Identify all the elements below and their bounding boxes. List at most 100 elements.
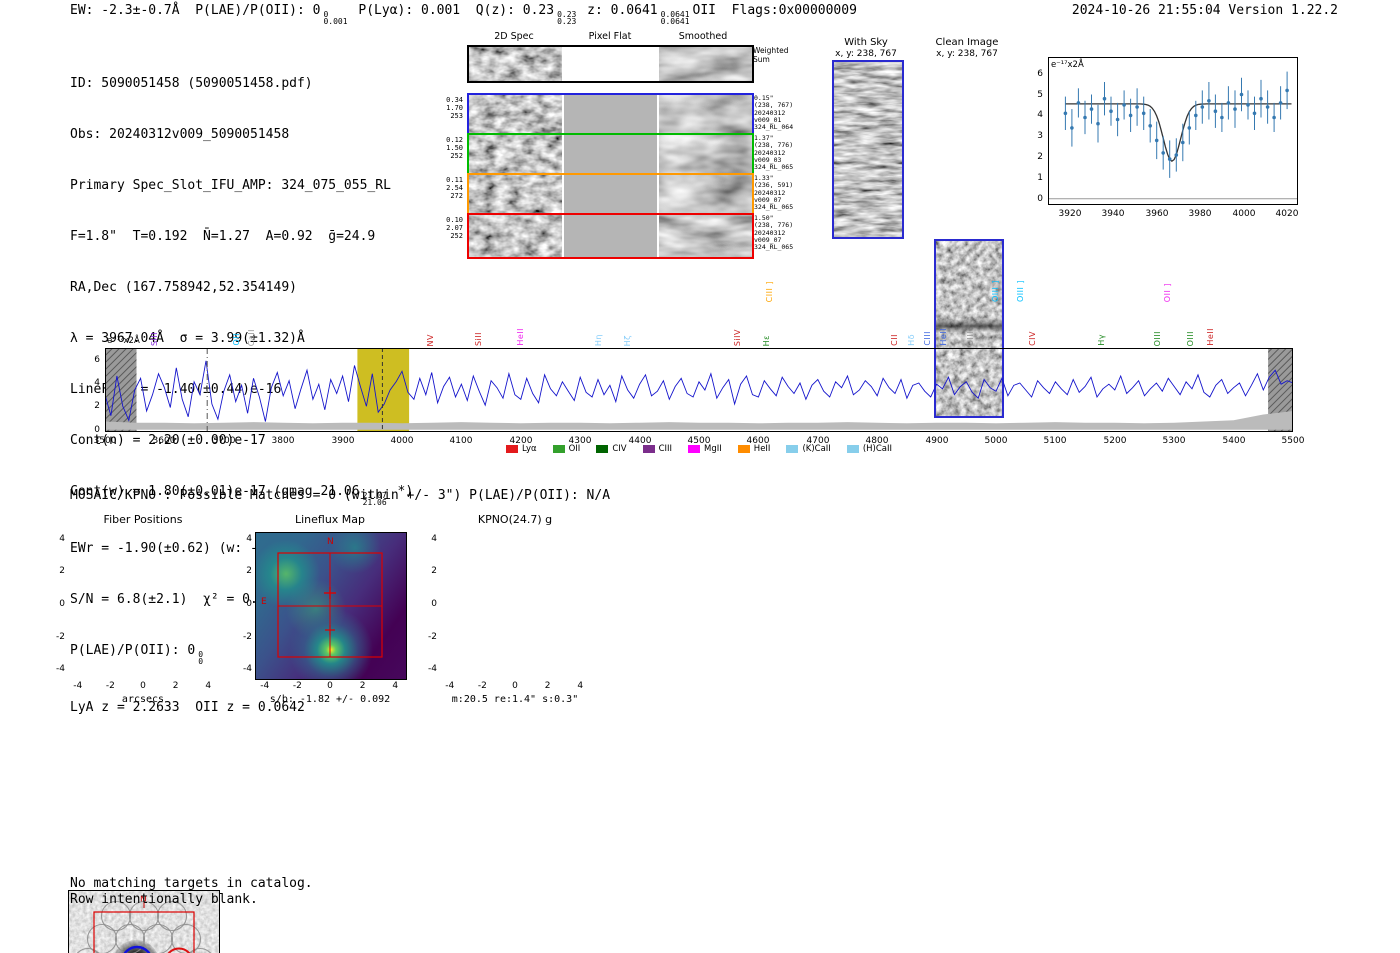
noise-texture [659,95,752,135]
emission-line-label: Hη [594,333,603,346]
noise-texture [469,95,562,135]
cutout-ytick-label: -4 [428,664,437,675]
smoothed-image [659,135,752,175]
full-spectrum-plot [105,348,1293,432]
elixer-report-page: EW: -2.3±-0.7Å P(LAE)/P(OII): 0 0 0.001 P(… [0,0,1400,953]
withsky-image [832,60,904,239]
cutout-ytick-label: -2 [428,631,437,642]
spectrum-xtick-label: 3800 [271,436,295,446]
fiber-xaxis-label: arcsecs [121,694,165,705]
emission-line-label: CIV [1028,331,1037,346]
noise-texture [659,215,752,257]
cutout-xtick-label: -2 [477,681,487,691]
spectrum-xtick-label: 3900 [331,436,355,446]
emission-line-label: Hζ [623,334,632,346]
emission-line-label: CII [890,334,899,346]
noise-texture [469,215,562,257]
detect-id: ID: 5090051458 (5090051458.pdf) [70,76,313,91]
spec2d-image [469,215,562,257]
row-left-label: 0.12 1.50 252 [446,136,463,160]
zoom-xtick-label: 3960 [1145,209,1169,219]
emission-line-label: SiIV [733,328,742,346]
zoom-spectrum-plot [1048,57,1298,205]
spectrum-xtick-label: 4300 [568,436,592,446]
z-line-type: OII [692,3,717,18]
withsky-coords: x, y: 238, 767 [835,49,897,59]
plae-poii-value: P(LAE)/P(OII): 0 [195,3,321,18]
cutout-2d-row [467,45,754,83]
row-left-label: 0.10 2.07 252 [446,216,463,240]
qz-fraction: 0.23 0.23 [557,10,577,26]
spectrum-xtick-label: 4400 [628,436,652,446]
zoom-xtick-label: 3980 [1188,209,1212,219]
zoom-ytick-label: 0 [1037,194,1043,204]
cutout-ytick-label: 2 [431,566,437,577]
cutout-ytick-label: -4 [56,664,65,675]
emission-line-label: HeII [1206,328,1215,346]
cutout-xtick-label: 0 [512,681,518,691]
cutout-xtick-label: 4 [392,681,399,691]
cutout-ytick-label: -4 [243,664,252,675]
cutout-ytick-label: 4 [59,533,65,544]
zoom-ytick-label: 2 [1037,152,1043,162]
cutout-xtick-label: -2 [105,681,115,691]
spectrum-xtick-label: 5500 [1281,436,1305,446]
noise-texture [659,135,752,175]
spectrum-xtick-label: 4200 [509,436,533,446]
noise-texture [659,47,752,81]
cutout-xtick-label: 2 [544,681,551,691]
zoom-ytick-label: 6 [1037,69,1043,79]
cutout-xtick-label: 0 [327,681,333,691]
weighted-sum-label: Weighted Sum [753,46,789,64]
col-title-2dspec: 2D Spec [494,31,534,42]
emission-line-label: OIII ] [991,279,1000,302]
withsky-title: With Sky [844,37,888,48]
kpno-title: KPNO(24.7) g [477,513,553,526]
emission-line-label: OII [232,333,241,346]
cutout-2d-row [467,93,754,137]
cutout-ytick-label: 4 [431,533,437,544]
spectrum-xtick-label: 5000 [984,436,1008,446]
spectrum-ytick-label: 6 [94,355,100,365]
spectrum-xtick-label: 4900 [925,436,949,446]
spectrum-xtick-label: 4700 [806,436,830,446]
cutout-xtick-label: 2 [359,681,366,691]
primary-spec-slot: Primary Spec_Slot_IFU_AMP: 324_075_055_R… [70,178,391,193]
footer-line-2: Row intentionally blank. [70,892,258,907]
timestamp-version: 2024-10-26 21:55:04 Version 1.22.2 [1071,3,1338,18]
cutout-2d-row [467,213,754,259]
lineflux-map-title: Lineflux Map [294,513,366,526]
cutout-xtick-label: 0 [140,681,146,691]
lineflux-map-cutout: N E [255,532,407,680]
plae-fraction: 0 0.001 [323,10,348,26]
footer-line-1: No matching targets in catalog. [70,876,313,891]
legend-swatch [642,445,655,453]
spectrum-xtick-label: 3500 [93,436,117,446]
lineflux-caption: s/b: -1.82 +/- 0.092 [269,694,391,705]
col-title-pixelflat: Pixel Flat [588,31,632,42]
spectrum-xtick-label: 4100 [449,436,473,446]
z-fraction: 0.0641 0.0641 [660,10,690,26]
emission-line-label: NV [426,333,435,346]
ra-dec: RA,Dec (167.758942,52.354149) [70,280,297,295]
noise-texture [469,47,562,81]
cutout-xtick-label: 2 [172,681,179,691]
cutout-ytick-label: 0 [59,599,65,609]
legend-swatch [506,445,518,453]
spec2d-image [469,135,562,175]
noise-texture [469,175,562,215]
cutout-xtick-label: 4 [205,681,212,691]
cutout-xtick-label: -4 [73,681,83,691]
smoothed-image [659,47,752,81]
smoothed-image [659,215,752,257]
spectrum-xtick-label: 5100 [1043,436,1067,446]
cutout-ytick-label: 0 [246,599,252,609]
seeing-stats: F=1.8" T=0.192 N̄=1.27 A=0.92 ḡ=24.9 [70,229,376,244]
spectrum-flux-scale-label: e⁻¹⁷x2Å [107,336,140,346]
emission-line-label: OIII ] [1016,279,1025,302]
spectrum-xtick-label: 5300 [1162,436,1186,446]
spectrum-xtick-label: 4500 [687,436,711,446]
zoom-xtick-label: 4000 [1232,209,1256,219]
ew-value: EW: -2.3±-0.7Å [70,3,180,18]
noise-texture [469,135,562,175]
